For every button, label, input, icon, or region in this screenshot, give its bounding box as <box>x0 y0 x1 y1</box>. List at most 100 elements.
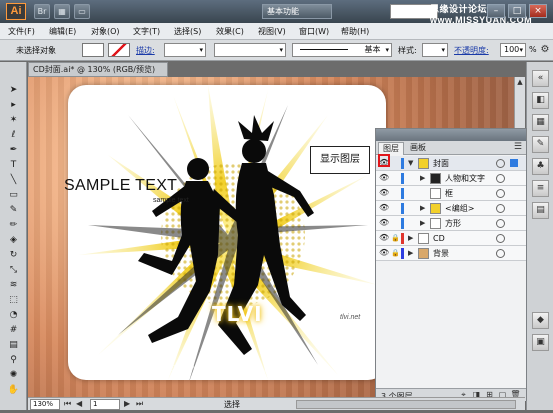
symbol-sprayer-tool-icon[interactable]: ✺ <box>7 369 20 381</box>
menu-file[interactable]: 文件(F) <box>8 26 35 37</box>
artboards-panel-icon[interactable]: ▣ <box>532 334 549 351</box>
brush-dropdown[interactable]: 基本 <box>292 43 392 57</box>
maximize-button[interactable]: □ <box>508 4 526 18</box>
previous-artboard-icon[interactable]: ◀ <box>76 399 82 408</box>
eraser-tool-icon[interactable]: ◈ <box>7 234 20 246</box>
workspace-switcher[interactable]: 基本功能 <box>262 4 332 19</box>
target-icon[interactable] <box>496 189 505 198</box>
document-tab[interactable]: CD封面.ai* @ 130% (RGB/预览) <box>28 62 168 77</box>
expand-triangle-icon[interactable]: ▼ <box>408 158 413 168</box>
target-icon[interactable] <box>496 249 505 258</box>
stroke-swatch[interactable] <box>108 43 130 57</box>
selection-indicator[interactable] <box>510 159 518 167</box>
expand-triangle-icon[interactable]: ▶ <box>408 233 413 243</box>
pencil-tool-icon[interactable]: ✏ <box>7 219 20 231</box>
direct-selection-tool-icon[interactable]: ▸ <box>7 99 20 111</box>
artboard-number-field[interactable]: 1 <box>90 399 120 410</box>
width-tool-icon[interactable]: ≋ <box>7 279 20 291</box>
menu-type[interactable]: 文字(T) <box>133 26 160 37</box>
tab-artboards[interactable]: 画板 <box>406 142 430 155</box>
visibility-eye-icon[interactable]: 👁 <box>379 248 389 258</box>
free-transform-tool-icon[interactable]: ⬚ <box>7 294 20 306</box>
first-artboard-icon[interactable]: ⏮ <box>64 399 71 409</box>
scroll-up-icon[interactable]: ▲ <box>515 77 525 87</box>
gradient-tool-icon[interactable]: ▤ <box>7 339 20 351</box>
rotate-tool-icon[interactable]: ↻ <box>7 249 20 261</box>
lock-icon[interactable]: 🔒 <box>391 233 400 243</box>
layers-panel-header[interactable] <box>376 129 526 141</box>
swatches-panel-icon[interactable]: ▦ <box>532 114 549 131</box>
gradient-panel-icon[interactable]: ▤ <box>532 202 549 219</box>
pen-tool-icon[interactable]: ✒ <box>7 144 20 156</box>
next-artboard-icon[interactable]: ▶ <box>124 399 130 408</box>
lock-toggle[interactable] <box>391 158 399 168</box>
style-dropdown[interactable] <box>422 43 448 57</box>
expand-triangle-icon[interactable]: ▶ <box>420 173 425 183</box>
fill-swatch[interactable] <box>82 43 104 57</box>
collapse-dock-icon[interactable]: « <box>532 70 549 87</box>
visibility-eye-icon[interactable]: 👁 <box>379 203 389 213</box>
screen-mode-icon[interactable]: ▭ <box>74 4 90 19</box>
variable-width-dropdown[interactable] <box>214 43 286 57</box>
layer-row-cover[interactable]: 👁 ▼ 封面 <box>376 156 526 171</box>
menu-object[interactable]: 对象(O) <box>91 26 120 37</box>
menu-select[interactable]: 选择(S) <box>174 26 201 37</box>
bridge-icon[interactable]: Br <box>34 4 50 19</box>
shape-builder-tool-icon[interactable]: ◔ <box>7 309 20 321</box>
hand-tool-icon[interactable]: ✋ <box>7 384 20 396</box>
menu-edit[interactable]: 编辑(E) <box>49 26 76 37</box>
menu-effect[interactable]: 效果(C) <box>216 26 244 37</box>
line-tool-icon[interactable]: ╲ <box>7 174 20 186</box>
visibility-eye-icon[interactable]: 👁 <box>379 233 389 243</box>
target-icon[interactable] <box>496 219 505 228</box>
layer-row-background[interactable]: 👁 🔒 ▶ 背景 <box>376 246 526 261</box>
lock-toggle[interactable] <box>391 188 399 198</box>
cd-cover[interactable] <box>68 85 386 380</box>
arrange-documents-icon[interactable]: ▦ <box>54 4 70 19</box>
target-icon[interactable] <box>496 174 505 183</box>
stroke-label[interactable]: 描边: <box>136 45 155 56</box>
opacity-label[interactable]: 不透明度: <box>454 45 489 56</box>
minimize-button[interactable]: – <box>487 4 505 18</box>
expand-triangle-icon[interactable]: ▶ <box>420 218 425 228</box>
lock-toggle[interactable] <box>391 203 399 213</box>
last-artboard-icon[interactable]: ⏭ <box>136 399 143 409</box>
menu-help[interactable]: 帮助(H) <box>341 26 369 37</box>
rectangle-tool-icon[interactable]: ▭ <box>7 189 20 201</box>
menu-view[interactable]: 视图(V) <box>258 26 286 37</box>
panel-menu-icon[interactable]: ☰ <box>514 142 522 152</box>
expand-triangle-icon[interactable]: ▶ <box>408 248 413 258</box>
target-icon[interactable] <box>496 234 505 243</box>
visibility-eye-icon[interactable]: 👁 <box>379 188 389 198</box>
mesh-tool-icon[interactable]: # <box>7 324 20 336</box>
target-icon[interactable] <box>496 159 505 168</box>
visibility-eye-icon[interactable]: 👁 <box>379 218 389 228</box>
layer-row-cd[interactable]: 👁 🔒 ▶ CD <box>376 231 526 246</box>
visibility-eye-icon[interactable]: 👁 <box>379 173 389 183</box>
magic-wand-tool-icon[interactable]: ✶ <box>7 114 20 126</box>
layers-panel-icon[interactable]: ◆ <box>532 312 549 329</box>
lock-toggle[interactable] <box>391 173 399 183</box>
expand-triangle-icon[interactable]: ▶ <box>420 203 425 213</box>
color-panel-icon[interactable]: ◧ <box>532 92 549 109</box>
opacity-input[interactable]: 100 <box>500 43 526 57</box>
brushes-panel-icon[interactable]: ✎ <box>532 136 549 153</box>
stroke-weight-dropdown[interactable] <box>164 43 206 57</box>
scale-tool-icon[interactable]: ⤡ <box>7 264 20 276</box>
eyedropper-tool-icon[interactable]: ⚲ <box>7 354 20 366</box>
close-button[interactable]: × <box>529 4 547 18</box>
selection-tool-icon[interactable]: ➤ <box>7 84 20 96</box>
stroke-panel-icon[interactable]: ≡ <box>532 180 549 197</box>
brush-tool-icon[interactable]: ✎ <box>7 204 20 216</box>
lasso-tool-icon[interactable]: ℓ <box>7 129 20 141</box>
horizontal-scrollbar[interactable] <box>296 400 516 409</box>
layer-row-group[interactable]: 👁 ▶ <编组> <box>376 201 526 216</box>
settings-icon[interactable]: ⚙ <box>538 43 552 57</box>
layer-row-square[interactable]: 👁 ▶ 方形 <box>376 216 526 231</box>
lock-toggle[interactable] <box>391 218 399 228</box>
layer-row-figures-text[interactable]: 👁 ▶ 人物和文字 <box>376 171 526 186</box>
menu-window[interactable]: 窗口(W) <box>299 26 329 37</box>
symbols-panel-icon[interactable]: ♣ <box>532 158 549 175</box>
lock-icon[interactable]: 🔒 <box>391 248 400 258</box>
layer-row-frame[interactable]: 👁 框 <box>376 186 526 201</box>
